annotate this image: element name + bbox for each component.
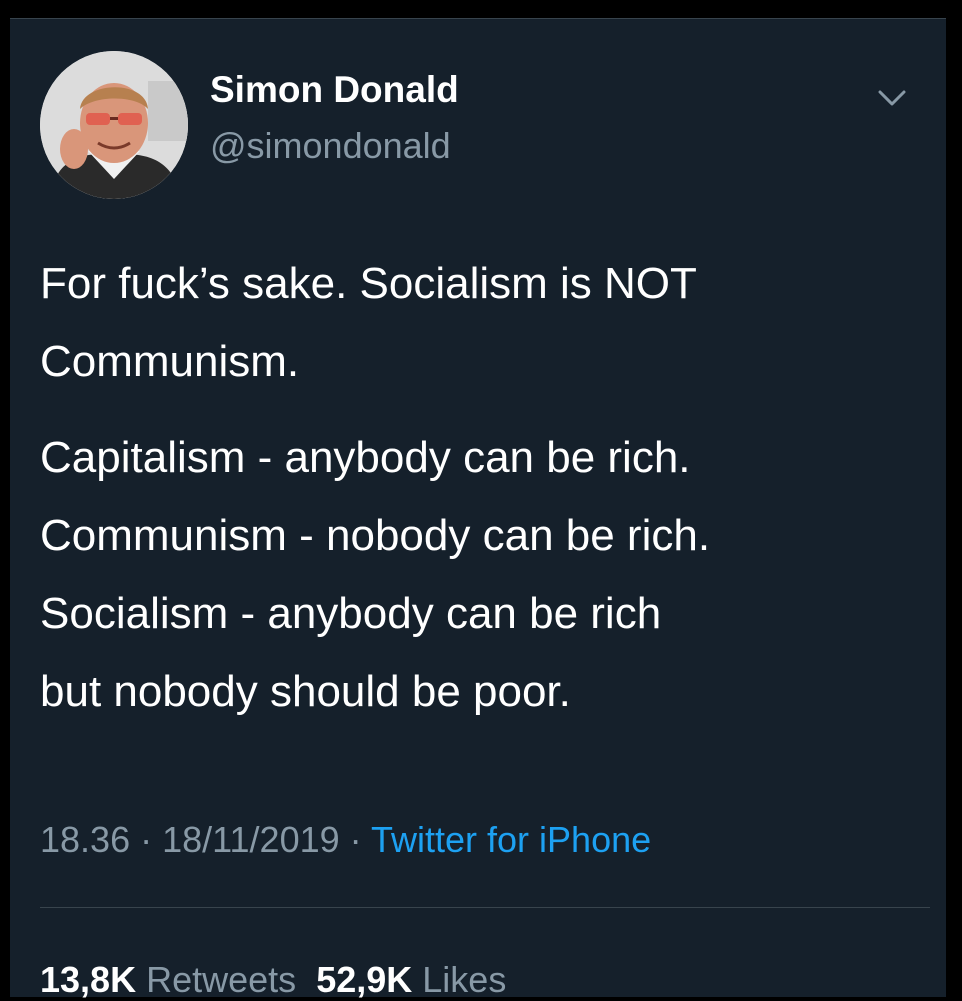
retweets-label: Retweets bbox=[146, 959, 297, 1000]
chevron-down-icon[interactable] bbox=[870, 75, 914, 119]
tweet-line: Capitalism - anybody can be rich. bbox=[40, 433, 691, 482]
tweet-source-link[interactable]: Twitter for iPhone bbox=[371, 819, 651, 860]
profile-photo bbox=[40, 51, 188, 199]
tweet-card: Simon Donald @simondonald For fuck’s sak… bbox=[10, 18, 946, 1000]
retweets-stat[interactable]: 13,8K Retweets bbox=[40, 959, 296, 1000]
meta-separator: · bbox=[349, 819, 362, 860]
user-handle[interactable]: @simondonald bbox=[210, 125, 451, 167]
tweet-line: For fuck’s sake. Socialism is NOT bbox=[40, 259, 697, 308]
tweet-line: Communism. bbox=[40, 337, 300, 386]
tweet-text: For fuck’s sake. Socialism is NOT Commun… bbox=[40, 245, 930, 731]
tweet-stats: 13,8K Retweets 52,9K Likes bbox=[40, 959, 506, 1001]
tweet-line: Communism - nobody can be rich. bbox=[40, 511, 711, 560]
likes-count: 52,9K bbox=[316, 959, 413, 1000]
tweet-metadata: 18.36 · 18/11/2019 · Twitter for iPhone bbox=[40, 819, 651, 861]
retweets-count: 13,8K bbox=[40, 959, 137, 1000]
tweet-line: Socialism - anybody can be rich bbox=[40, 589, 662, 638]
likes-stat[interactable]: 52,9K Likes bbox=[316, 959, 506, 1000]
tweet-date[interactable]: 18/11/2019 bbox=[162, 819, 340, 860]
meta-separator: · bbox=[140, 819, 153, 860]
likes-label: Likes bbox=[422, 959, 507, 1000]
tweet-time[interactable]: 18.36 bbox=[40, 819, 130, 860]
tweet-line: but nobody should be poor. bbox=[40, 667, 571, 716]
display-name[interactable]: Simon Donald bbox=[210, 69, 459, 111]
avatar[interactable] bbox=[40, 51, 188, 199]
divider bbox=[40, 907, 930, 908]
